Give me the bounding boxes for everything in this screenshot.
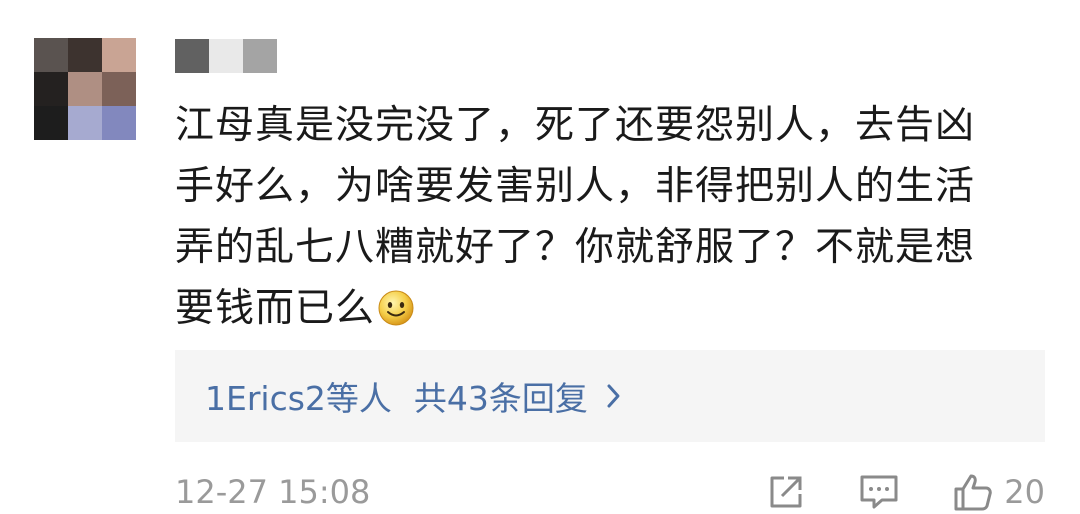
comment-line: 江母真是没完没了，死了还要怨别人，去告凶 (175, 103, 976, 148)
avatar-pixel (68, 38, 102, 72)
comment-footer: 12-27 15:08 20 (175, 470, 1045, 514)
like-count: 20 (1004, 473, 1045, 511)
avatar-pixel (34, 38, 68, 72)
comment-actions: 20 (766, 470, 1045, 514)
avatar[interactable] (34, 38, 136, 140)
avatar-pixel (68, 106, 102, 140)
avatar-pixel (34, 72, 68, 106)
comment-line: 弄的乱七八糟就好了？你就舒服了？不就是想 (175, 225, 976, 270)
comment-text: 江母真是没完没了，死了还要怨别人，去告凶 手好么，为啥要发害别人，非得把别人的生… (175, 95, 1045, 339)
avatar-pixel (102, 72, 136, 106)
avatar-pixel (102, 106, 136, 140)
thumbs-up-icon (954, 474, 993, 511)
replies-summary[interactable]: 1Erics2等人 共43条回复 (175, 350, 1045, 442)
chevron-right-icon (606, 379, 626, 413)
reply-button[interactable] (858, 472, 900, 512)
avatar-pixel (34, 106, 68, 140)
reply-count: 共43条回复 (413, 379, 588, 418)
timestamp: 12-27 15:08 (175, 473, 371, 511)
avatar-pixel (68, 72, 102, 106)
avatar-pixel (102, 38, 136, 72)
comment-line-text: 要钱而已么 (175, 286, 376, 331)
username-blurred[interactable] (175, 38, 277, 74)
comment-line: 手好么，为啥要发害别人，非得把别人的生活 (175, 164, 976, 209)
share-button[interactable] (766, 472, 806, 512)
share-icon (770, 476, 802, 508)
like-button[interactable]: 20 (952, 470, 1045, 514)
username-block (243, 39, 277, 73)
comment-line-last: 要钱而已么 (175, 278, 1045, 339)
username-block (175, 39, 209, 73)
reply-users: 1Erics2等人 (205, 379, 392, 418)
username-block (209, 39, 243, 73)
comment-icon (860, 475, 898, 509)
smile-emoji-icon (377, 284, 415, 326)
